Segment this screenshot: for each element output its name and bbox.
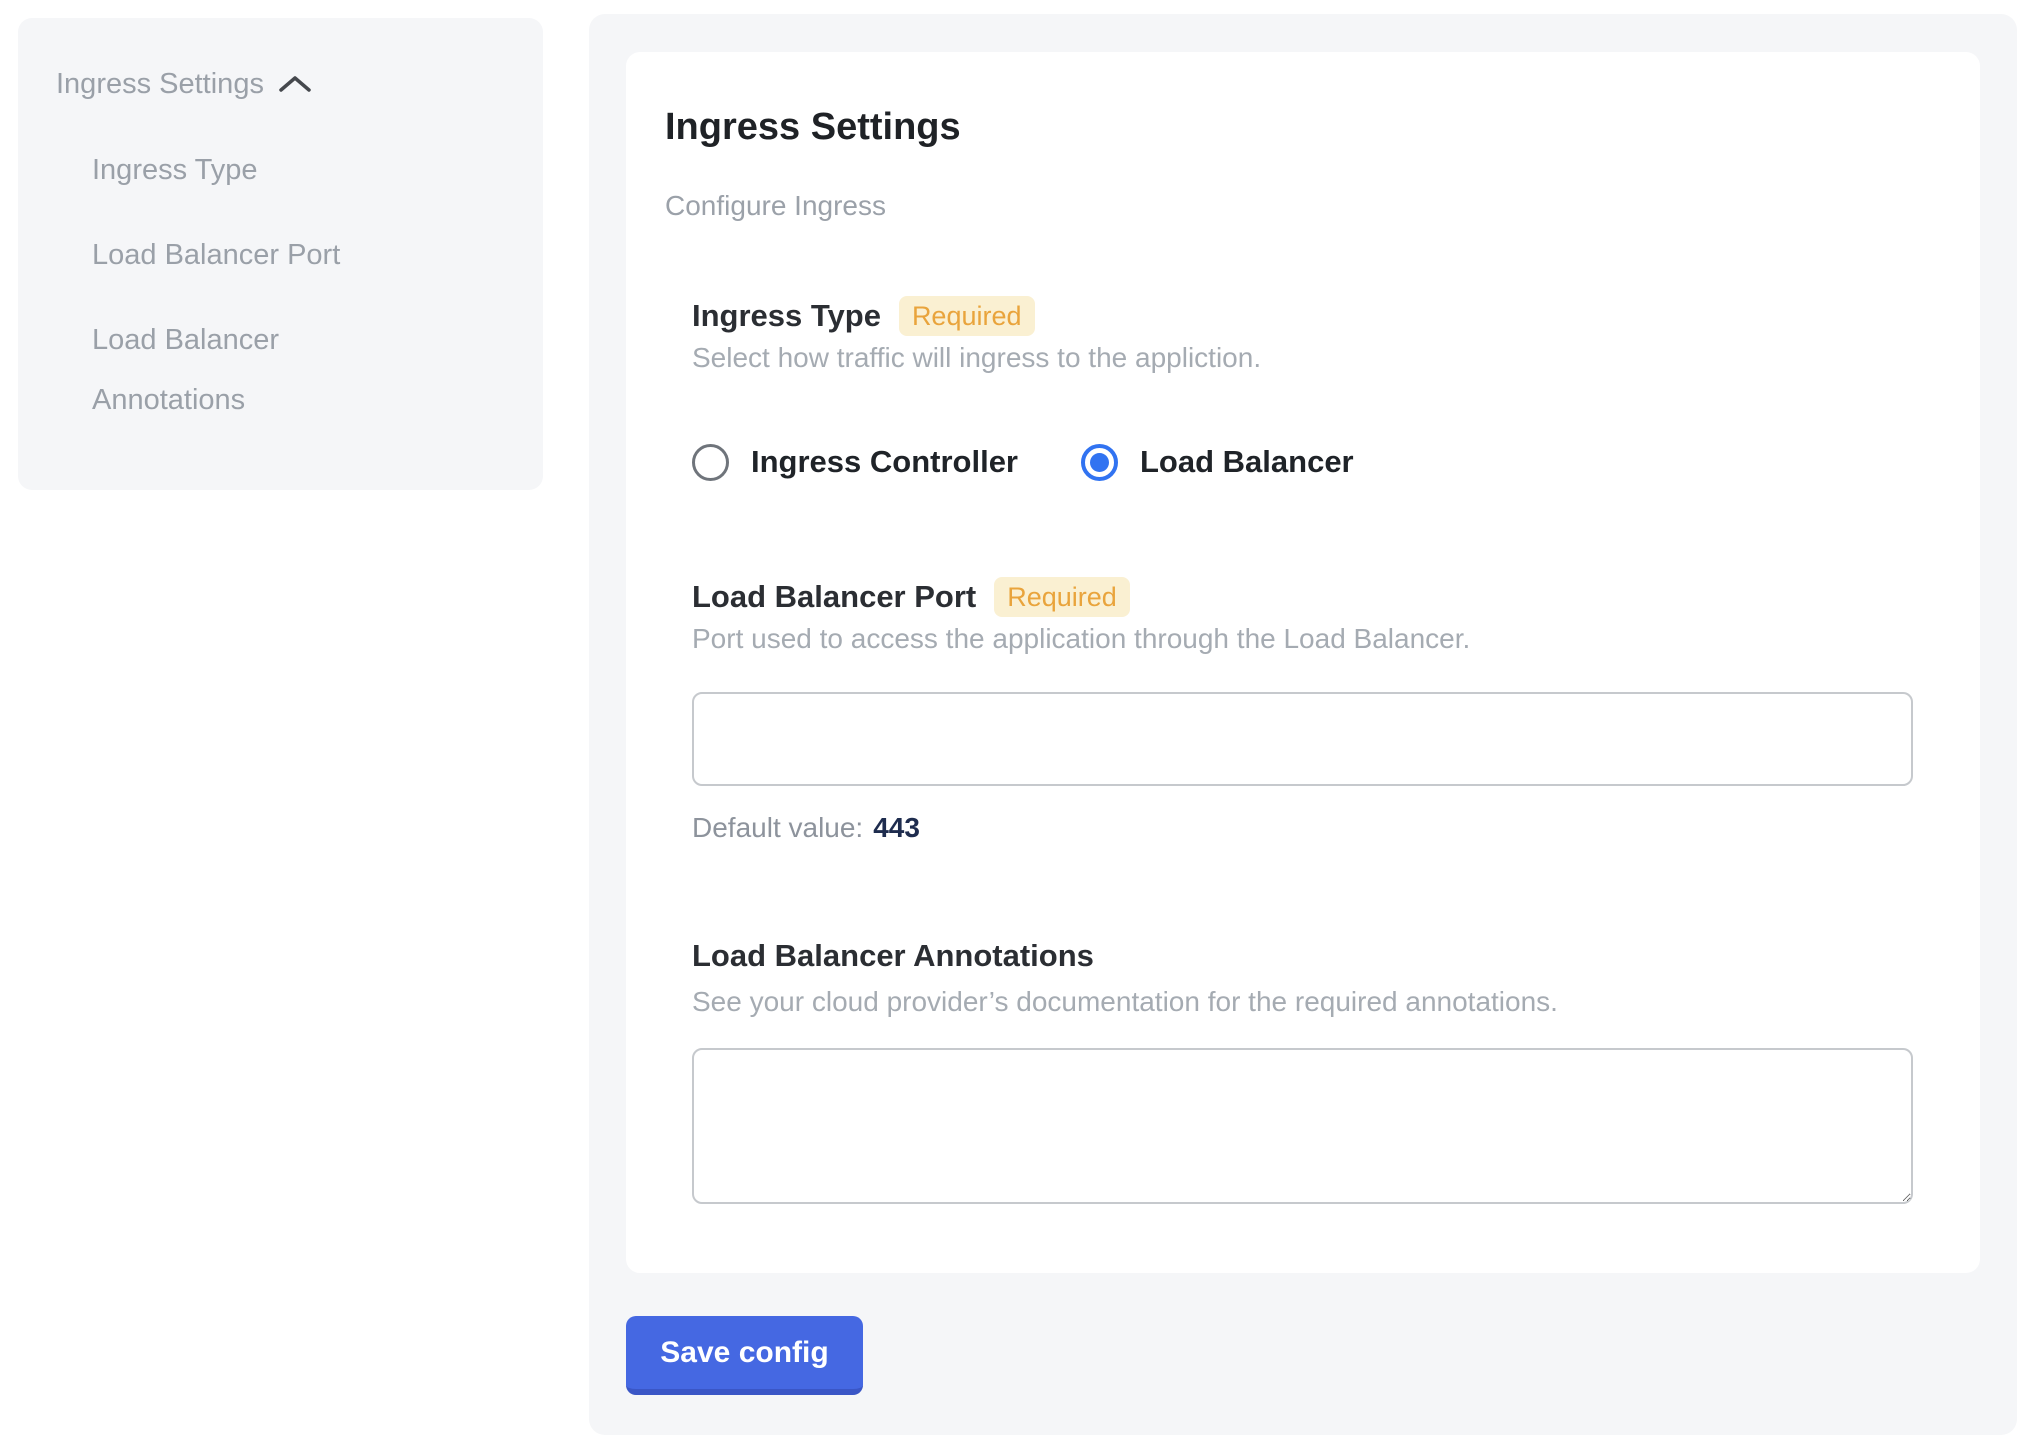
sidebar-item-ingress-type[interactable]: Ingress Type — [92, 140, 412, 200]
lb-port-required-badge: Required — [994, 577, 1130, 617]
ingress-type-required-badge: Required — [899, 296, 1035, 336]
sidebar-item-load-balancer-annotations[interactable]: Load Balancer Annotations — [92, 310, 412, 430]
default-value-number: 443 — [873, 812, 920, 843]
lb-annotations-label-row: Load Balancer Annotations — [692, 934, 1940, 978]
form-sections: Ingress Type Required Select how traffic… — [692, 294, 1940, 1204]
section-load-balancer-port: Load Balancer Port Required Port used to… — [692, 575, 1940, 847]
lb-port-description: Port used to access the application thro… — [692, 619, 1940, 659]
sidebar-group-ingress-settings[interactable]: Ingress Settings — [56, 64, 513, 104]
settings-panel: Ingress Settings Configure Ingress Ingre… — [589, 14, 2017, 1435]
ingress-type-radio-group: Ingress Controller Load Balancer — [692, 440, 1940, 484]
lb-port-default-helper: Default value: 443 — [692, 809, 1940, 847]
sidebar-group-label: Ingress Settings — [56, 64, 264, 104]
radio-label-ingress-controller: Ingress Controller — [751, 440, 1018, 484]
lb-port-label: Load Balancer Port — [692, 575, 976, 619]
lb-annotations-description: See your cloud provider’s documentation … — [692, 982, 1940, 1022]
save-config-button[interactable]: Save config — [626, 1316, 863, 1395]
sidebar: Ingress Settings Ingress Type Load Balan… — [18, 18, 543, 490]
default-value-prefix: Default value: — [692, 812, 863, 843]
load-balancer-annotations-textarea[interactable] — [692, 1048, 1913, 1204]
sidebar-item-load-balancer-port[interactable]: Load Balancer Port — [92, 225, 412, 285]
load-balancer-port-input[interactable] — [692, 692, 1913, 786]
settings-card: Ingress Settings Configure Ingress Ingre… — [626, 52, 1980, 1273]
ingress-type-label: Ingress Type — [692, 294, 881, 338]
lb-annotations-label: Load Balancer Annotations — [692, 934, 1094, 978]
section-load-balancer-annotations: Load Balancer Annotations See your cloud… — [692, 934, 1940, 1204]
section-ingress-type: Ingress Type Required Select how traffic… — [692, 294, 1940, 484]
lb-port-label-row: Load Balancer Port Required — [692, 575, 1940, 619]
radio-option-ingress-controller[interactable]: Ingress Controller — [692, 440, 1018, 484]
radio-option-load-balancer[interactable]: Load Balancer — [1081, 440, 1354, 484]
radio-ingress-controller[interactable] — [692, 444, 729, 481]
radio-load-balancer[interactable] — [1081, 444, 1118, 481]
page-subtitle: Configure Ingress — [665, 187, 1940, 225]
radio-label-load-balancer: Load Balancer — [1140, 440, 1354, 484]
chevron-up-icon — [278, 73, 312, 95]
page-title: Ingress Settings — [665, 101, 1940, 153]
ingress-type-description: Select how traffic will ingress to the a… — [692, 338, 1940, 378]
sidebar-nav: Ingress Type Load Balancer Port Load Bal… — [92, 140, 412, 430]
ingress-type-label-row: Ingress Type Required — [692, 294, 1940, 338]
